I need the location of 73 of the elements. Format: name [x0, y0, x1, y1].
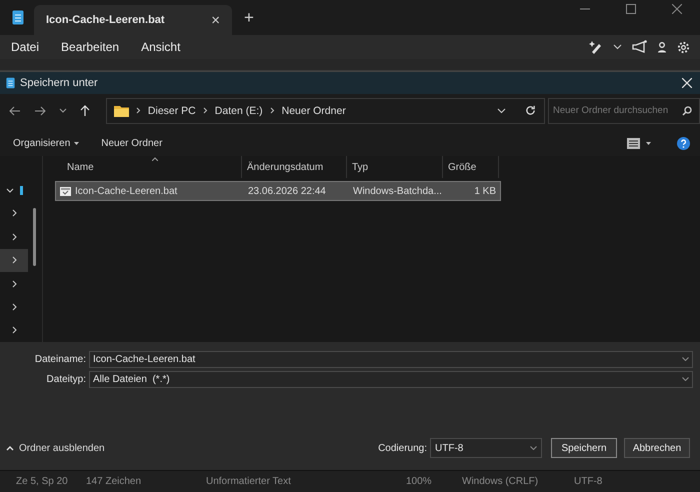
close-tab-button[interactable]: × — [209, 12, 222, 28]
table-cell-text: 23.06.2026 22:44 — [247, 186, 327, 196]
chevron-right-icon[interactable] — [12, 280, 16, 288]
notepad-icon — [12, 10, 24, 25]
dialog-button[interactable]: Speichern — [551, 438, 617, 458]
status-item: 147 Zeichen — [86, 476, 142, 487]
new-tab-button[interactable]: + — [242, 8, 256, 28]
status-item: Ze 5, Sp 20 — [16, 476, 69, 487]
toolbar-button[interactable]: Neuer Ordner — [94, 138, 170, 148]
chevron-right-icon[interactable] — [12, 209, 16, 218]
menu-item[interactable]: Bearbeiten — [54, 40, 126, 54]
megaphone-icon[interactable] — [632, 40, 647, 54]
chevron-right-icon[interactable] — [12, 232, 16, 241]
forward-arrow-icon[interactable] — [34, 106, 46, 116]
folder-icon — [114, 104, 129, 116]
address-bar[interactable]: Dieser PC Daten (E:) Neuer Ordner — [106, 98, 545, 124]
menu-item[interactable]: Ansicht — [134, 40, 188, 54]
encoding-dropdown[interactable]: UTF-8 — [430, 438, 542, 458]
chevron-down-icon[interactable] — [497, 108, 506, 114]
status-item: Windows (CRLF) — [462, 476, 540, 487]
chevron-right-icon — [270, 107, 275, 114]
chevron-right-icon[interactable] — [12, 256, 16, 264]
chevron-down-icon[interactable] — [6, 188, 14, 193]
column-header[interactable]: Name — [55, 156, 242, 178]
chevron-right-icon — [202, 107, 208, 114]
table-cell-text: 1 KB — [473, 186, 497, 196]
filename-field[interactable]: Icon-Cache-Leeren.bat — [89, 350, 693, 368]
up-arrow-icon[interactable] — [80, 104, 90, 116]
field-label: Codierung: — [378, 442, 427, 454]
chevron-down-icon[interactable] — [58, 108, 67, 113]
refresh-icon[interactable] — [525, 105, 536, 116]
table-cell-text: Windows-Batchda... — [352, 186, 443, 196]
search-field[interactable]: Neuer Ordner durchsuchen — [548, 98, 700, 124]
chevron-down-icon[interactable] — [613, 44, 622, 50]
dialog-button[interactable]: Abbrechen — [624, 438, 690, 458]
status-item: UTF-8 — [574, 476, 604, 487]
sparkle-pen-icon[interactable] — [589, 40, 603, 54]
file-icon — [60, 186, 71, 196]
status-item: 100% — [406, 476, 433, 487]
hide-folders-button[interactable]: Ordner ausblenden — [6, 442, 105, 454]
maximize-icon[interactable] — [626, 4, 636, 14]
drive-icon — [20, 186, 22, 195]
filetype-dropdown[interactable]: Alle Dateien (*.*) — [89, 370, 693, 388]
breadcrumb-item[interactable]: Dieser PC — [148, 104, 196, 116]
chevron-up-icon — [6, 446, 14, 450]
chevron-right-icon[interactable] — [12, 302, 16, 311]
search-icon[interactable] — [682, 106, 692, 116]
scrollbar[interactable] — [33, 208, 36, 266]
file-row[interactable]: Icon-Cache-Leeren.bat 23.06.2026 22:44 Windows-Batchda... 1 KB — [55, 181, 501, 201]
chevron-right-icon — [136, 107, 141, 114]
chevron-right-icon[interactable] — [12, 326, 16, 334]
notepad-icon — [6, 77, 15, 89]
caret-icon[interactable] — [646, 142, 651, 144]
editor-tab[interactable]: Icon-Cache-Leeren.bat × — [34, 5, 232, 35]
view-list-icon[interactable] — [627, 138, 640, 148]
field-label: Dateityp: — [46, 374, 87, 384]
help-icon[interactable] — [677, 136, 690, 150]
settings-icon[interactable] — [677, 40, 690, 54]
file-name: Icon-Cache-Leeren.bat — [75, 186, 178, 196]
menu-item[interactable]: Datei — [4, 40, 46, 54]
account-icon[interactable] — [657, 42, 667, 52]
back-arrow-icon[interactable] — [9, 106, 21, 116]
close-icon[interactable] — [672, 4, 682, 14]
column-header[interactable]: Änderungsdatum — [242, 156, 347, 178]
field-label: Dateiname: — [34, 354, 87, 364]
column-header[interactable]: Typ — [347, 156, 443, 178]
breadcrumb-item[interactable]: Neuer Ordner — [282, 104, 346, 116]
column-header[interactable]: Größe — [443, 156, 499, 178]
breadcrumb-item[interactable]: Daten (E:) — [214, 104, 263, 116]
caret-icon — [74, 142, 80, 144]
toolbar-button[interactable]: Organisieren — [6, 138, 86, 148]
dialog-title: Speichern unter — [20, 77, 98, 89]
status-item: Unformatierter Text — [206, 476, 292, 487]
